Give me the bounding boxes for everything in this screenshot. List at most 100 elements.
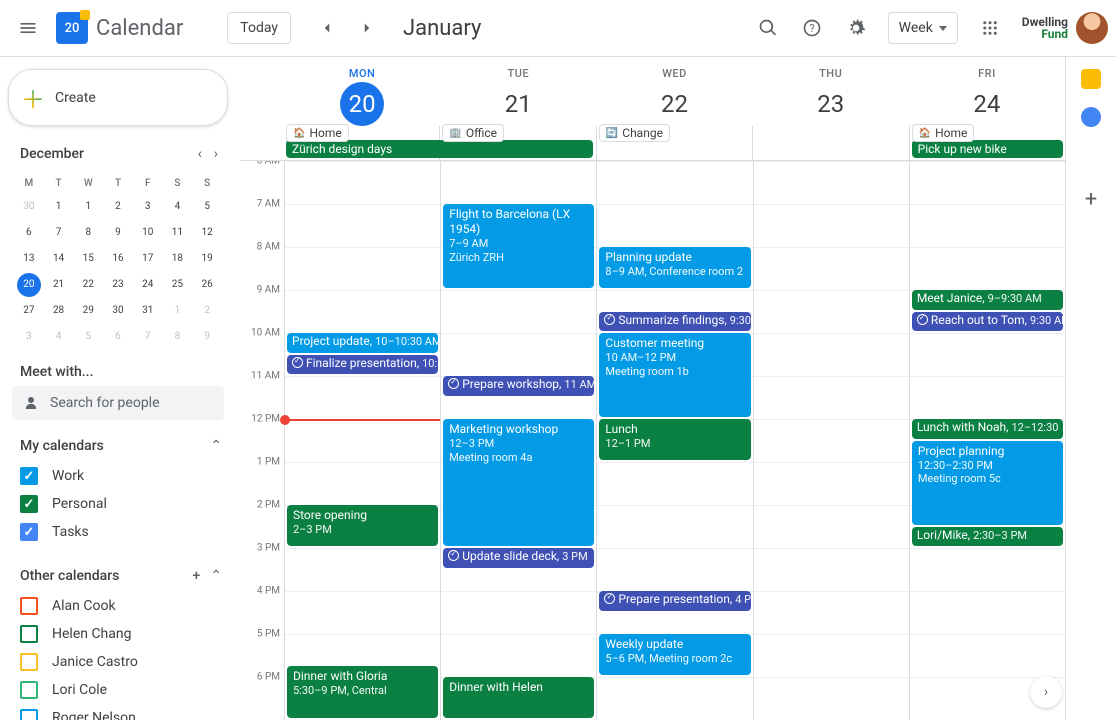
calendar-item[interactable]: Work <box>8 462 228 490</box>
event[interactable]: Project update, 10–10:30 AM <box>287 333 438 353</box>
location-chip[interactable]: 🏠Home <box>286 124 349 142</box>
day-header[interactable]: FRI24 <box>909 57 1065 126</box>
settings-icon[interactable] <box>836 8 876 48</box>
mini-day[interactable]: 8 <box>76 221 100 245</box>
mini-day[interactable]: 2 <box>195 299 219 323</box>
mini-day[interactable]: 6 <box>17 221 41 245</box>
checkbox[interactable] <box>20 597 38 615</box>
mini-day[interactable]: 17 <box>136 247 160 271</box>
checkbox[interactable] <box>20 625 38 643</box>
search-icon[interactable] <box>748 8 788 48</box>
mini-day[interactable]: 1 <box>47 195 71 219</box>
day-column[interactable]: Planning update8–9 AM, Conference room 2… <box>596 161 752 720</box>
mini-day[interactable]: 27 <box>17 299 41 323</box>
apps-icon[interactable] <box>970 8 1010 48</box>
mini-day[interactable]: 3 <box>17 325 41 349</box>
event[interactable]: Lori/Mike, 2:30–3 PM <box>912 527 1063 547</box>
event[interactable]: Project planning12:30–2:30 PMMeeting roo… <box>912 441 1063 525</box>
calendar-item[interactable]: Tasks <box>8 518 228 546</box>
mini-day[interactable]: 23 <box>106 273 130 297</box>
mini-day[interactable]: 3 <box>136 195 160 219</box>
event[interactable]: Lunch with Noah, 12–12:30 <box>912 419 1063 439</box>
tasks-icon[interactable] <box>1081 107 1101 127</box>
allday-cell[interactable]: 🔄Change <box>596 126 752 160</box>
event[interactable]: Prepare workshop, 11 AM <box>443 376 594 396</box>
event[interactable]: Prepare presentation, 4 PM <box>599 591 750 611</box>
mini-day[interactable]: 18 <box>165 247 189 271</box>
allday-cell[interactable]: 🏠HomePick up new bike <box>909 126 1065 160</box>
day-header[interactable]: WED22 <box>596 57 752 126</box>
day-header[interactable]: THU23 <box>753 57 909 126</box>
day-column[interactable] <box>753 161 909 720</box>
event[interactable]: Store opening2–3 PM <box>287 505 438 546</box>
mini-day[interactable]: 4 <box>165 195 189 219</box>
mini-day[interactable]: 24 <box>136 273 160 297</box>
mini-day[interactable]: 11 <box>165 221 189 245</box>
event[interactable]: Weekly update5–6 PM, Meeting room 2c <box>599 634 750 675</box>
checkbox[interactable] <box>20 467 38 485</box>
event[interactable]: Meet Janice, 9–9:30 AM <box>912 290 1063 310</box>
allday-cell[interactable]: 🏠HomeZürich design days <box>284 126 439 160</box>
mini-day[interactable]: 15 <box>76 247 100 271</box>
event[interactable]: Planning update8–9 AM, Conference room 2 <box>599 247 750 288</box>
event[interactable]: Customer meeting10 AM–12 PMMeeting room … <box>599 333 750 417</box>
day-header[interactable]: TUE21 <box>440 57 596 126</box>
mini-day[interactable]: 19 <box>195 247 219 271</box>
event[interactable]: Dinner with Helen <box>443 677 594 718</box>
mini-day[interactable]: 28 <box>47 299 71 323</box>
view-selector[interactable]: Week <box>888 12 958 44</box>
mini-next-button[interactable]: › <box>210 142 222 166</box>
mini-day[interactable]: 5 <box>76 325 100 349</box>
location-chip[interactable]: 🏠Home <box>912 124 975 142</box>
checkbox[interactable] <box>20 653 38 671</box>
checkbox[interactable] <box>20 495 38 513</box>
event[interactable]: Flight to Barcelona (LX 1954)7–9 AMZüric… <box>443 204 594 288</box>
prev-week-button[interactable] <box>307 8 347 48</box>
avatar[interactable] <box>1076 12 1108 44</box>
checkbox[interactable] <box>20 523 38 541</box>
event[interactable]: Dinner with Gloria5:30–9 PM, Central <box>287 666 438 718</box>
day-column[interactable]: Project update, 10–10:30 AMFinalize pres… <box>284 161 440 720</box>
addon-plus-icon[interactable]: + <box>1085 187 1097 212</box>
my-calendars-header[interactable]: My calendars ⌃ <box>8 438 228 458</box>
mini-day[interactable]: 29 <box>76 299 100 323</box>
help-icon[interactable]: ? <box>792 8 832 48</box>
next-week-button[interactable] <box>347 8 387 48</box>
mini-day[interactable]: 21 <box>47 273 71 297</box>
mini-day[interactable]: 10 <box>136 221 160 245</box>
mini-day[interactable]: 14 <box>47 247 71 271</box>
mini-day[interactable]: 30 <box>106 299 130 323</box>
create-button[interactable]: ＋ Create <box>8 69 228 126</box>
add-calendar-icon[interactable]: + <box>192 568 200 584</box>
event[interactable]: Update slide deck, 3 PM <box>443 548 594 568</box>
calendar-item[interactable]: Alan Cook <box>8 592 228 620</box>
event[interactable]: Finalize presentation, 10:30 AM <box>287 355 438 375</box>
mini-day[interactable]: 13 <box>17 247 41 271</box>
mini-day[interactable]: 7 <box>47 221 71 245</box>
location-chip[interactable]: 🔄Change <box>599 124 670 142</box>
day-column[interactable]: Meet Janice, 9–9:30 AMReach out to Tom, … <box>909 161 1065 720</box>
show-side-panel-button[interactable]: › <box>1030 676 1062 708</box>
mini-day[interactable]: 22 <box>76 273 100 297</box>
calendar-item[interactable]: Helen Chang <box>8 620 228 648</box>
mini-day[interactable]: 31 <box>136 299 160 323</box>
event[interactable]: Marketing workshop12–3 PMMeeting room 4a <box>443 419 594 546</box>
day-column[interactable]: Flight to Barcelona (LX 1954)7–9 AMZüric… <box>440 161 596 720</box>
allday-cell[interactable] <box>752 126 908 160</box>
event[interactable]: Lunch12–1 PM <box>599 419 750 460</box>
calendar-item[interactable]: Janice Castro <box>8 648 228 676</box>
mini-day[interactable]: 12 <box>195 221 219 245</box>
today-button[interactable]: Today <box>227 12 291 44</box>
location-chip[interactable]: 🏢Office <box>442 124 504 142</box>
mini-day[interactable]: 9 <box>195 325 219 349</box>
mini-day[interactable]: 30 <box>17 195 41 219</box>
mini-day[interactable]: 20 <box>17 273 41 297</box>
calendar-item[interactable]: Roger Nelson <box>8 704 228 720</box>
app-logo[interactable]: 20 Calendar <box>56 12 183 44</box>
calendar-item[interactable]: Personal <box>8 490 228 518</box>
mini-calendar[interactable]: MTWTFSS301123456789101112131415161718192… <box>8 174 228 350</box>
mini-day[interactable]: 16 <box>106 247 130 271</box>
mini-prev-button[interactable]: ‹ <box>194 142 206 166</box>
mini-day[interactable]: 5 <box>195 195 219 219</box>
mini-day[interactable]: 4 <box>47 325 71 349</box>
